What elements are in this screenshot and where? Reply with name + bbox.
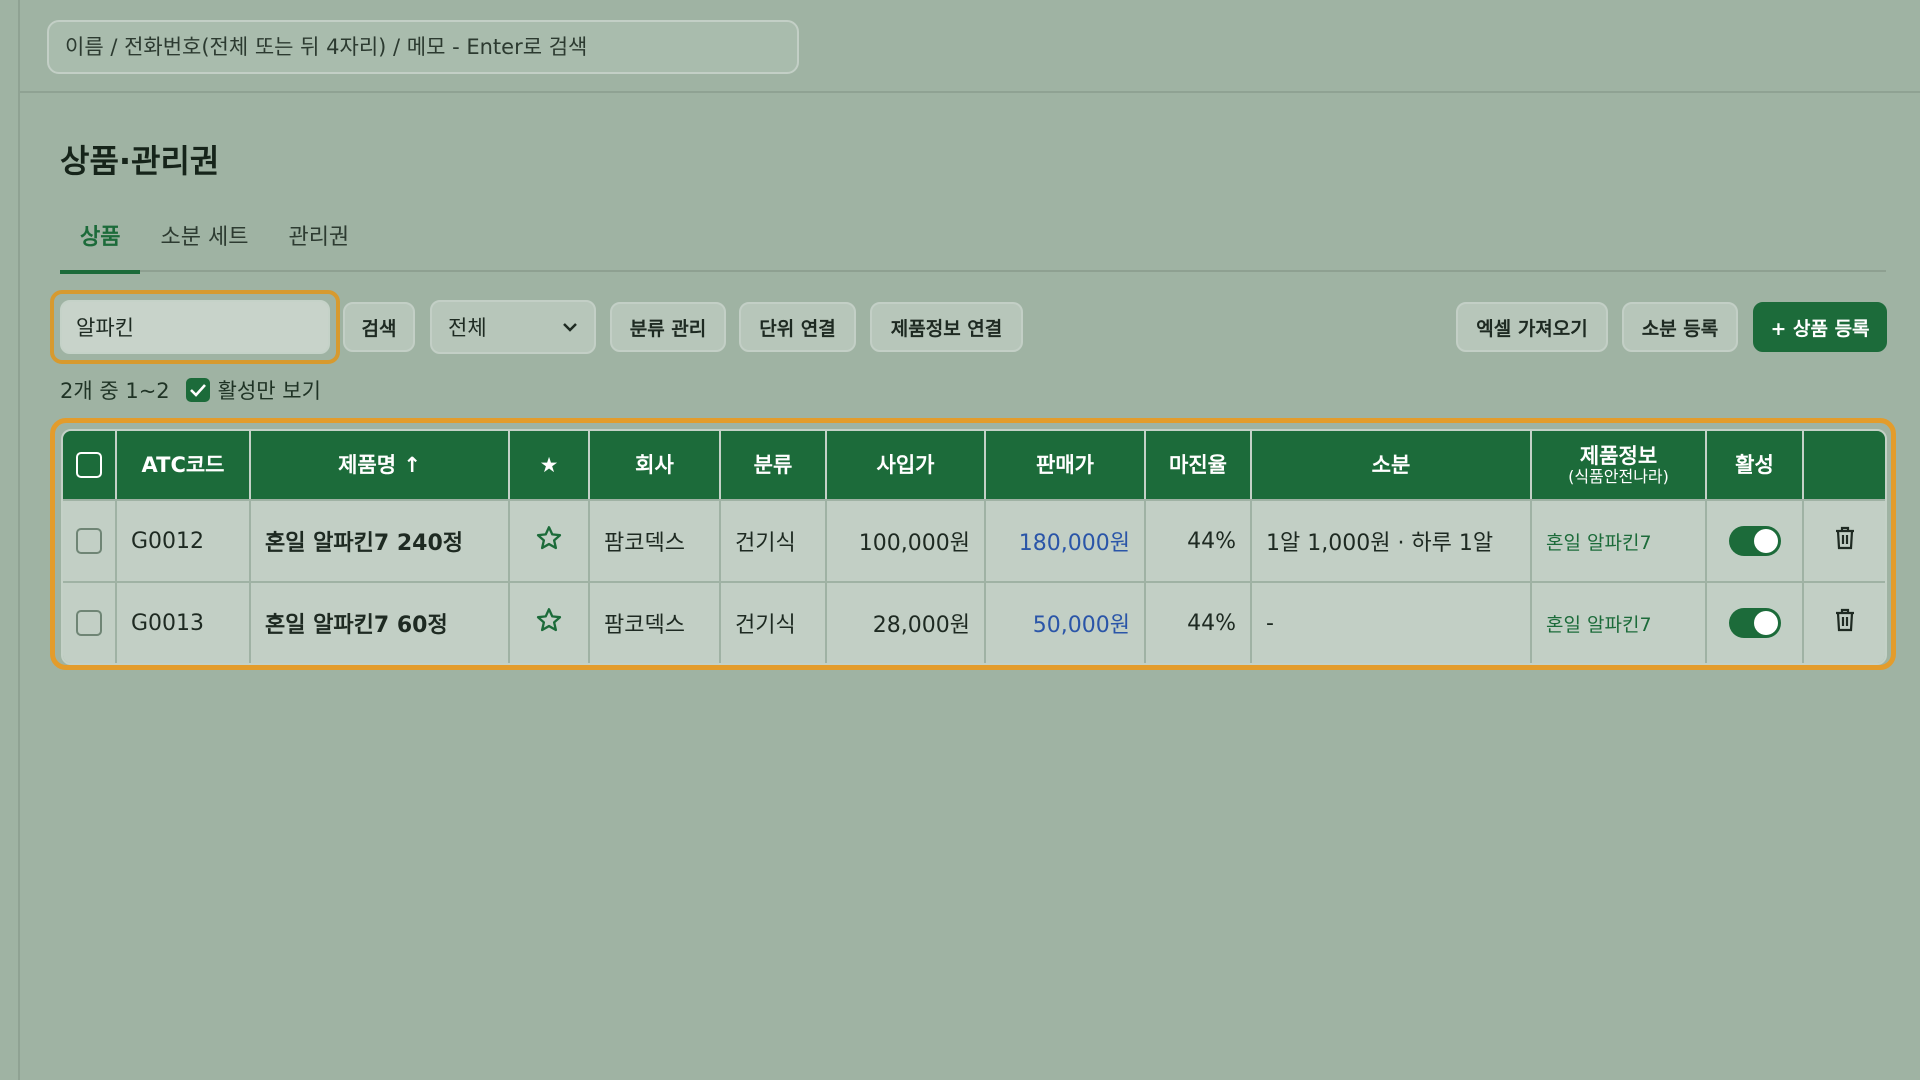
cell-portion: - xyxy=(1252,581,1532,663)
cell-cost: 100,000원 xyxy=(827,499,986,581)
row-select-cell xyxy=(63,499,117,581)
cell-company: 팜코덱스 xyxy=(590,581,721,663)
cell-price-link[interactable]: 50,000원 xyxy=(986,581,1146,663)
active-only-label[interactable]: 활성만 보기 xyxy=(218,375,321,405)
header-product-info-sub: (식품안전나라) xyxy=(1568,466,1669,486)
cell-product-info-link[interactable]: 혼일 알파킨7 xyxy=(1532,581,1707,663)
header-active: 활성 xyxy=(1707,431,1804,499)
tab-portion-sets[interactable]: 소분 세트 xyxy=(140,220,268,272)
trash-icon[interactable] xyxy=(1833,525,1857,551)
table-header-row: ATC코드 제품명 ↑ ★ 회사 분류 사입가 판매가 마진율 소분 제품정보(… xyxy=(63,431,1885,499)
cell-active xyxy=(1707,499,1804,581)
cell-atc: G0012 xyxy=(117,499,251,581)
tab-bar: 상품 소분 세트 관리권 xyxy=(60,220,1886,274)
category-select-value: 전체 xyxy=(448,316,487,340)
product-table-highlight: ATC코드 제품명 ↑ ★ 회사 분류 사입가 판매가 마진율 소분 제품정보(… xyxy=(50,418,1896,670)
header-price[interactable]: 판매가 xyxy=(986,431,1146,499)
page-title: 상품·관리권 xyxy=(60,142,220,180)
cell-product-info-link[interactable]: 혼일 알파킨7 xyxy=(1532,499,1707,581)
product-toolbar: 검색 전체 분류 관리 단위 연결 제품정보 연결 엑셀 가져오기 소분 등록 … xyxy=(50,288,1896,364)
row-checkbox[interactable] xyxy=(76,610,102,636)
category-select[interactable]: 전체 xyxy=(430,300,596,354)
cell-name[interactable]: 혼일 알파킨7 240정 xyxy=(251,499,510,581)
chevron-down-icon xyxy=(563,323,577,332)
row-checkbox[interactable] xyxy=(76,528,102,554)
cell-portion: 1알 1,000원 · 하루 1알 xyxy=(1252,499,1532,581)
cell-margin: 44% xyxy=(1146,581,1252,663)
cell-actions xyxy=(1804,581,1885,663)
active-toggle[interactable] xyxy=(1728,608,1781,638)
table-row[interactable]: G0013 혼일 알파킨7 60정 팜코덱스 건기식 28,000원 50,00… xyxy=(63,581,1885,663)
header-category[interactable]: 분류 xyxy=(721,431,827,499)
product-info-link-button[interactable]: 제품정보 연결 xyxy=(870,302,1023,352)
product-register-button[interactable]: + 상품 등록 xyxy=(1753,302,1887,352)
cell-star xyxy=(510,499,590,581)
cell-atc: G0013 xyxy=(117,581,251,663)
star-outline-icon[interactable] xyxy=(535,606,563,634)
topbar xyxy=(20,0,1920,93)
global-search-input[interactable] xyxy=(47,20,799,74)
portion-register-button[interactable]: 소분 등록 xyxy=(1622,302,1738,352)
header-company[interactable]: 회사 xyxy=(590,431,721,499)
header-actions xyxy=(1804,431,1885,499)
tab-products[interactable]: 상품 xyxy=(60,220,141,274)
star-outline-icon[interactable] xyxy=(535,524,563,552)
active-toggle[interactable] xyxy=(1728,526,1781,556)
search-button[interactable]: 검색 xyxy=(343,302,415,352)
header-select-all[interactable] xyxy=(63,431,117,499)
header-product-info: 제품정보 (식품안전나라) xyxy=(1532,431,1707,499)
product-search-highlight xyxy=(50,290,340,364)
product-table: ATC코드 제품명 ↑ ★ 회사 분류 사입가 판매가 마진율 소분 제품정보(… xyxy=(61,429,1887,665)
unit-link-button[interactable]: 단위 연결 xyxy=(739,302,856,352)
cell-name[interactable]: 혼일 알파킨7 60정 xyxy=(251,581,510,663)
category-manage-button[interactable]: 분류 관리 xyxy=(610,302,726,352)
header-name-sort[interactable]: 제품명 ↑ xyxy=(251,431,510,499)
cell-price-link[interactable]: 180,000원 xyxy=(986,499,1146,581)
cell-category: 건기식 xyxy=(721,581,827,663)
header-portion: 소분 xyxy=(1252,431,1532,499)
select-all-checkbox[interactable] xyxy=(76,452,102,478)
trash-icon[interactable] xyxy=(1833,607,1857,633)
left-rail xyxy=(0,0,20,1080)
header-atc[interactable]: ATC코드 xyxy=(117,431,251,499)
active-only-checkbox[interactable] xyxy=(185,378,210,402)
row-select-cell xyxy=(63,581,117,663)
cell-active xyxy=(1707,581,1804,663)
cell-star xyxy=(510,581,590,663)
header-product-info-main: 제품정보 xyxy=(1579,443,1658,468)
tab-vouchers[interactable]: 관리권 xyxy=(268,220,369,272)
header-star: ★ xyxy=(510,431,590,499)
cell-company: 팜코덱스 xyxy=(590,499,721,581)
table-row[interactable]: G0012 혼일 알파킨7 240정 팜코덱스 건기식 100,000원 180… xyxy=(63,499,1885,581)
header-margin[interactable]: 마진율 xyxy=(1146,431,1252,499)
check-icon xyxy=(189,384,206,397)
list-info-row: 2개 중 1~2 활성만 보기 xyxy=(60,376,321,404)
cell-margin: 44% xyxy=(1146,499,1252,581)
cell-actions xyxy=(1804,499,1885,581)
product-search-input[interactable] xyxy=(60,300,330,354)
cell-category: 건기식 xyxy=(721,499,827,581)
cell-cost: 28,000원 xyxy=(827,581,986,663)
excel-import-button[interactable]: 엑셀 가져오기 xyxy=(1456,302,1608,352)
header-cost[interactable]: 사입가 xyxy=(827,431,986,499)
result-count: 2개 중 1~2 xyxy=(60,379,170,403)
